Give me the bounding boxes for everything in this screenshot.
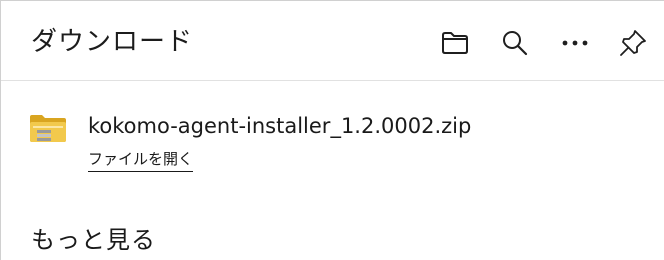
folder-icon (442, 32, 468, 54)
downloads-header: ダウンロード (1, 1, 664, 81)
more-horizontal-icon (562, 40, 588, 46)
pin-icon (620, 30, 646, 56)
download-item[interactable]: kokomo-agent-installer_1.2.0002.zip ファイル… (1, 101, 664, 181)
downloads-panel: ダウンロード kokomo-agent-installer_1.2.0002.z… (0, 0, 664, 260)
download-file-name: kokomo-agent-installer_1.2.0002.zip (88, 114, 472, 138)
zip-folder-icon (30, 115, 66, 142)
search-button[interactable] (497, 25, 533, 61)
see-more-link[interactable]: もっと見る (31, 223, 156, 257)
more-options-button[interactable] (557, 25, 593, 61)
pin-button[interactable] (615, 25, 651, 61)
open-file-link[interactable]: ファイルを開く (88, 149, 194, 172)
open-folder-button[interactable] (437, 25, 473, 61)
search-icon (503, 31, 528, 56)
panel-title: ダウンロード (31, 27, 194, 57)
